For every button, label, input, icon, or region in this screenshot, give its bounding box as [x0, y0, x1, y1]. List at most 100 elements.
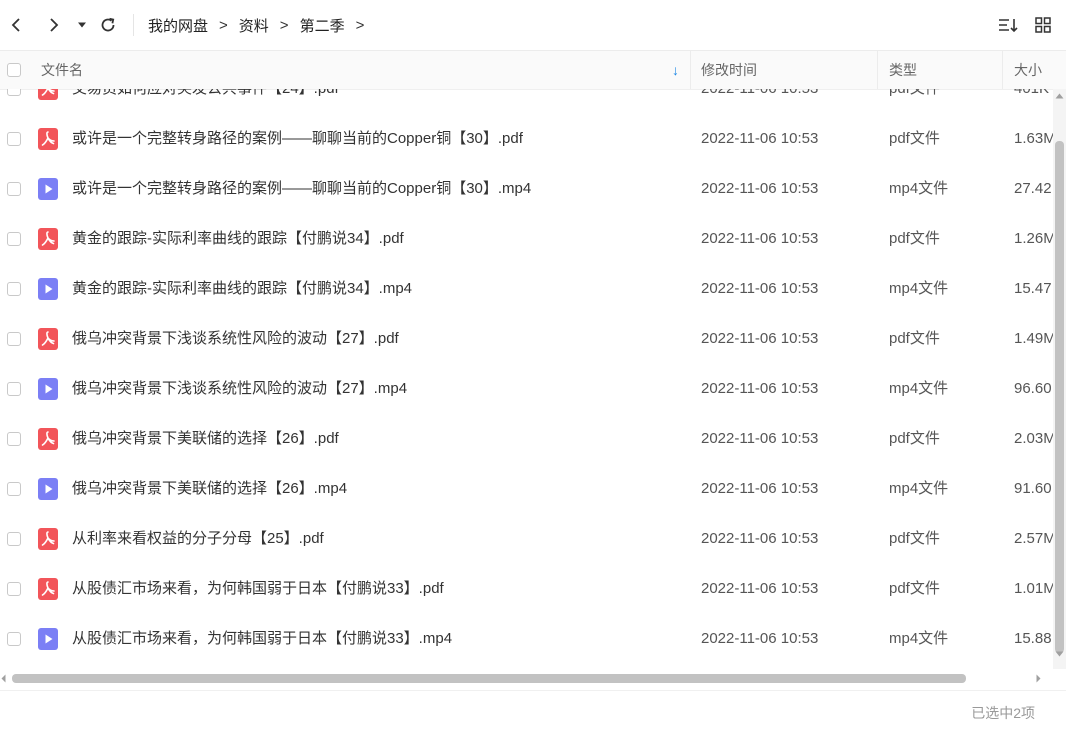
file-modified-time: 2022-11-06 10:53	[701, 230, 819, 247]
scroll-down-icon[interactable]	[1055, 651, 1064, 657]
toolbar: 我的网盘 > 资料 > 第二季 >	[0, 0, 1066, 51]
file-name[interactable]: 俄乌冲突背景下浅谈系统性风险的波动【27】.pdf	[72, 314, 399, 364]
file-modified-time: 2022-11-06 10:53	[701, 530, 819, 547]
file-type: pdf文件	[889, 580, 940, 597]
pdf-file-icon	[38, 428, 58, 450]
sort-arrow-icon[interactable]: ↓	[672, 51, 679, 89]
column-header-size[interactable]: 大小	[1014, 51, 1042, 89]
row-checkbox[interactable]	[7, 282, 21, 296]
breadcrumb-item-current[interactable]: 第二季	[300, 15, 345, 36]
file-name[interactable]: 黄金的跟踪-实际利率曲线的跟踪【付鹏说34】.pdf	[72, 214, 404, 264]
file-name[interactable]: 从股债汇市场来看，为何韩国弱于日本【付鹏说33】.pdf	[72, 564, 444, 614]
file-type: mp4文件	[889, 480, 949, 497]
breadcrumb-item-folder[interactable]: 资料	[239, 15, 269, 36]
row-checkbox[interactable]	[7, 232, 21, 246]
file-row[interactable]: 从股债汇市场来看，为何韩国弱于日本【付鹏说33】.mp4 2022-11-06 1…	[0, 614, 1053, 664]
file-modified-time: 2022-11-06 10:53	[701, 630, 819, 647]
file-size: 401K	[1014, 89, 1053, 114]
file-name[interactable]: 俄乌冲突背景下美联储的选择【26】.pdf	[72, 414, 339, 464]
select-all-checkbox[interactable]	[7, 63, 21, 77]
file-size: 15.47	[1014, 280, 1052, 297]
column-divider[interactable]	[1002, 51, 1003, 89]
file-modified-time: 2022-11-06 10:53	[701, 89, 818, 114]
file-size: 1.26M	[1014, 230, 1053, 247]
horizontal-scroll-thumb[interactable]	[12, 674, 966, 683]
caret-down-icon	[78, 22, 86, 28]
column-header-modified[interactable]: 修改时间	[701, 51, 757, 89]
vertical-scroll-thumb[interactable]	[1055, 141, 1064, 653]
pdf-file-icon	[38, 128, 58, 150]
table-header: 文件名 ↓ 修改时间 类型 大小	[0, 51, 1066, 90]
file-row[interactable]: 交易员如何应对突发公共事件【24】.pdf 2022-11-06 10:53 pdf…	[0, 89, 1053, 114]
row-checkbox[interactable]	[7, 332, 21, 346]
file-row[interactable]: 俄乌冲突背景下浅谈系统性风险的波动【27】.pdf 2022-11-06 10:5…	[0, 314, 1053, 364]
row-checkbox[interactable]	[7, 432, 21, 446]
file-name[interactable]: 俄乌冲突背景下美联储的选择【26】.mp4	[72, 464, 347, 514]
column-divider[interactable]	[690, 51, 691, 89]
row-checkbox[interactable]	[7, 182, 21, 196]
scroll-left-icon[interactable]	[1, 674, 6, 683]
file-row[interactable]: 或许是一个完整转身路径的案例——聊聊当前的Copper铜【30】.mp4 2022…	[0, 164, 1053, 214]
file-size: 1.01M	[1014, 580, 1053, 597]
toolbar-divider	[133, 14, 134, 36]
file-name[interactable]: 或许是一个完整转身路径的案例——聊聊当前的Copper铜【30】.pdf	[72, 114, 523, 164]
file-size: 91.60	[1014, 480, 1052, 497]
grid-view-button[interactable]	[1031, 13, 1055, 37]
file-row[interactable]: 从股债汇市场来看，为何韩国弱于日本【付鹏说33】.pdf 2022-11-06 1…	[0, 564, 1053, 614]
file-list: 交易员如何应对突发公共事件【24】.pdf 2022-11-06 10:53 pdf…	[0, 89, 1053, 669]
file-name[interactable]: 交易员如何应对突发公共事件【24】.pdf	[72, 89, 339, 114]
file-name[interactable]: 俄乌冲突背景下浅谈系统性风险的波动【27】.mp4	[72, 364, 407, 414]
file-modified-time: 2022-11-06 10:53	[701, 430, 819, 447]
row-checkbox[interactable]	[7, 132, 21, 146]
pdf-file-icon	[38, 528, 58, 550]
file-modified-time: 2022-11-06 10:53	[701, 330, 819, 347]
file-row[interactable]: 俄乌冲突背景下美联储的选择【26】.pdf 2022-11-06 10:53 pdf…	[0, 414, 1053, 464]
sort-button[interactable]	[996, 13, 1020, 37]
video-file-icon	[38, 278, 58, 300]
row-checkbox[interactable]	[7, 382, 21, 396]
pdf-file-icon	[38, 578, 58, 600]
pdf-file-icon	[38, 328, 58, 350]
file-modified-time: 2022-11-06 10:53	[701, 280, 819, 297]
scroll-up-icon[interactable]	[1055, 93, 1064, 99]
selection-status: 已选中2项	[971, 705, 1035, 721]
file-type: mp4文件	[889, 630, 949, 647]
row-checkbox[interactable]	[7, 582, 21, 596]
column-divider[interactable]	[877, 51, 878, 89]
back-button[interactable]	[4, 13, 28, 37]
scroll-right-icon[interactable]	[1036, 674, 1041, 683]
row-checkbox[interactable]	[7, 482, 21, 496]
file-modified-time: 2022-11-06 10:53	[701, 380, 819, 397]
video-file-icon	[38, 178, 58, 200]
file-row[interactable]: 黄金的跟踪-实际利率曲线的跟踪【付鹏说34】.pdf 2022-11-06 10:…	[0, 214, 1053, 264]
forward-button[interactable]	[42, 13, 66, 37]
breadcrumb: 我的网盘 > 资料 > 第二季 >	[148, 15, 375, 36]
file-name[interactable]: 黄金的跟踪-实际利率曲线的跟踪【付鹏说34】.mp4	[72, 264, 412, 314]
file-row[interactable]: 黄金的跟踪-实际利率曲线的跟踪【付鹏说34】.mp4 2022-11-06 10:…	[0, 264, 1053, 314]
chevron-left-icon	[11, 18, 20, 32]
refresh-button[interactable]	[96, 13, 120, 37]
vertical-scrollbar[interactable]	[1053, 89, 1066, 669]
column-header-type[interactable]: 类型	[889, 51, 917, 89]
file-name[interactable]: 或许是一个完整转身路径的案例——聊聊当前的Copper铜【30】.mp4	[72, 164, 531, 214]
file-row[interactable]: 从利率来看权益的分子分母【25】.pdf 2022-11-06 10:53 pdf文…	[0, 514, 1053, 564]
file-size: 1.63M	[1014, 130, 1053, 147]
row-checkbox[interactable]	[7, 89, 21, 96]
row-checkbox[interactable]	[7, 532, 21, 546]
history-dropdown-button[interactable]	[72, 13, 92, 37]
file-row[interactable]: 俄乌冲突背景下美联储的选择【26】.mp4 2022-11-06 10:53 mp4…	[0, 464, 1053, 514]
file-row[interactable]: 或许是一个完整转身路径的案例——聊聊当前的Copper铜【30】.pdf 2022…	[0, 114, 1053, 164]
file-modified-time: 2022-11-06 10:53	[701, 480, 819, 497]
file-name[interactable]: 从股债汇市场来看，为何韩国弱于日本【付鹏说33】.mp4	[72, 614, 452, 664]
horizontal-scrollbar[interactable]	[0, 669, 1053, 687]
file-name[interactable]: 从利率来看权益的分子分母【25】.pdf	[72, 514, 324, 564]
breadcrumb-item-root[interactable]: 我的网盘	[148, 15, 208, 36]
video-file-icon	[38, 628, 58, 650]
column-header-name[interactable]: 文件名	[41, 51, 83, 89]
row-checkbox[interactable]	[7, 632, 21, 646]
breadcrumb-separator: >	[355, 17, 365, 34]
file-type: pdf文件	[889, 330, 940, 347]
file-type: pdf文件	[889, 230, 940, 247]
file-type: pdf文件	[889, 530, 940, 547]
file-row[interactable]: 俄乌冲突背景下浅谈系统性风险的波动【27】.mp4 2022-11-06 10:5…	[0, 364, 1053, 414]
